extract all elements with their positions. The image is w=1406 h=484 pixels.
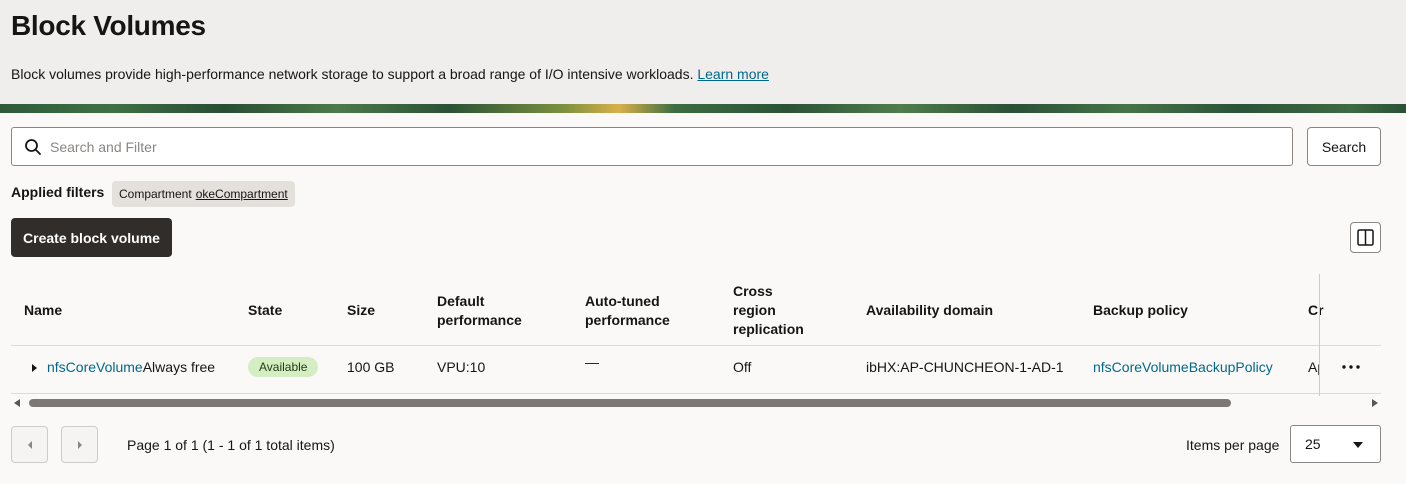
search-button[interactable]: Search (1307, 127, 1381, 166)
caret-down-icon (1353, 442, 1363, 448)
scroll-right-icon[interactable] (1372, 399, 1378, 407)
decorative-banner (0, 104, 1406, 113)
col-header-autotuned-line1: Auto-tuned (585, 293, 660, 309)
col-header-name[interactable]: Name (24, 301, 62, 320)
horizontal-scrollbar[interactable] (11, 396, 1381, 410)
created-cell: Ap (1308, 359, 1319, 375)
chevron-left-icon (27, 440, 32, 449)
volumes-table: Name State Size Default performance Auto… (11, 274, 1381, 396)
page-title: Block Volumes (11, 10, 206, 41)
scroll-left-icon[interactable] (14, 399, 20, 407)
col-header-availability-domain[interactable]: Availability domain (866, 301, 993, 320)
previous-page-button[interactable] (11, 426, 48, 463)
backup-policy-link[interactable]: nfsCoreVolumeBackupPolicy (1093, 359, 1273, 375)
volume-name-cell: nfsCoreVolumeAlways free (47, 359, 215, 375)
search-icon (25, 139, 41, 155)
search-input[interactable] (50, 128, 1280, 165)
scrollbar-thumb[interactable] (29, 399, 1231, 407)
learn-more-link[interactable]: Learn more (697, 66, 769, 82)
split-panel-icon (1357, 229, 1374, 246)
always-free-tag: Always free (142, 359, 216, 375)
row-actions-button[interactable] (1337, 356, 1365, 378)
pagination-info: Page 1 of 1 (1 - 1 of 1 total items) (127, 437, 335, 453)
col-header-default-line2: performance (437, 312, 522, 328)
col-header-cross-line1: Cross (733, 283, 773, 299)
volume-name-link[interactable]: nfsCoreVolume (47, 359, 143, 375)
col-header-default-line1: Default (437, 293, 485, 309)
page-description-text: Block volumes provide high-performance n… (11, 66, 694, 82)
items-per-page-label: Items per page (1186, 437, 1280, 453)
items-per-page-value: 25 (1305, 436, 1321, 452)
next-page-button[interactable] (61, 426, 98, 463)
autotuned-performance-cell: — (585, 354, 599, 370)
filter-chip-key: Compartment (119, 187, 192, 201)
filter-chip-value[interactable]: okeCompartment (196, 187, 288, 201)
default-performance-cell: VPU:10 (437, 359, 486, 375)
create-block-volume-button[interactable]: Create block volume (11, 218, 172, 257)
col-header-cross-line3: replication (733, 321, 804, 337)
cross-region-cell: Off (733, 359, 752, 375)
applied-filters-label: Applied filters (11, 184, 105, 200)
col-header-autotuned-line2: performance (585, 312, 670, 328)
items-per-page-select[interactable]: 25 (1290, 425, 1381, 463)
more-horizontal-icon (1342, 365, 1360, 369)
col-header-cross-region-replication[interactable]: Cross region replication (733, 282, 804, 339)
search-filter-box[interactable] (11, 127, 1293, 166)
page-header: Block Volumes Block volumes provide high… (0, 0, 1406, 104)
col-header-cross-line2: region (733, 302, 776, 318)
page-description: Block volumes provide high-performance n… (11, 66, 769, 82)
column-panel-button[interactable] (1350, 222, 1381, 253)
col-header-autotuned-performance[interactable]: Auto-tuned performance (585, 292, 670, 330)
col-header-size[interactable]: Size (347, 301, 375, 320)
overflow-indicator-icon: ⋮ (1375, 356, 1381, 373)
size-cell: 100 GB (347, 359, 395, 375)
col-header-backup-policy[interactable]: Backup policy (1093, 301, 1188, 320)
expand-row-icon[interactable] (31, 363, 39, 373)
filter-chip-compartment[interactable]: Compartment okeCompartment (112, 181, 295, 207)
availability-domain-cell: ibHX:AP-CHUNCHEON-1-AD-1 (866, 359, 1064, 375)
col-header-created[interactable]: Cr (1308, 301, 1324, 320)
col-header-state[interactable]: State (248, 301, 282, 320)
sticky-column-divider (1319, 274, 1320, 396)
chevron-right-icon (77, 440, 82, 449)
status-badge: Available (248, 357, 319, 377)
col-header-default-performance[interactable]: Default performance (437, 292, 522, 330)
